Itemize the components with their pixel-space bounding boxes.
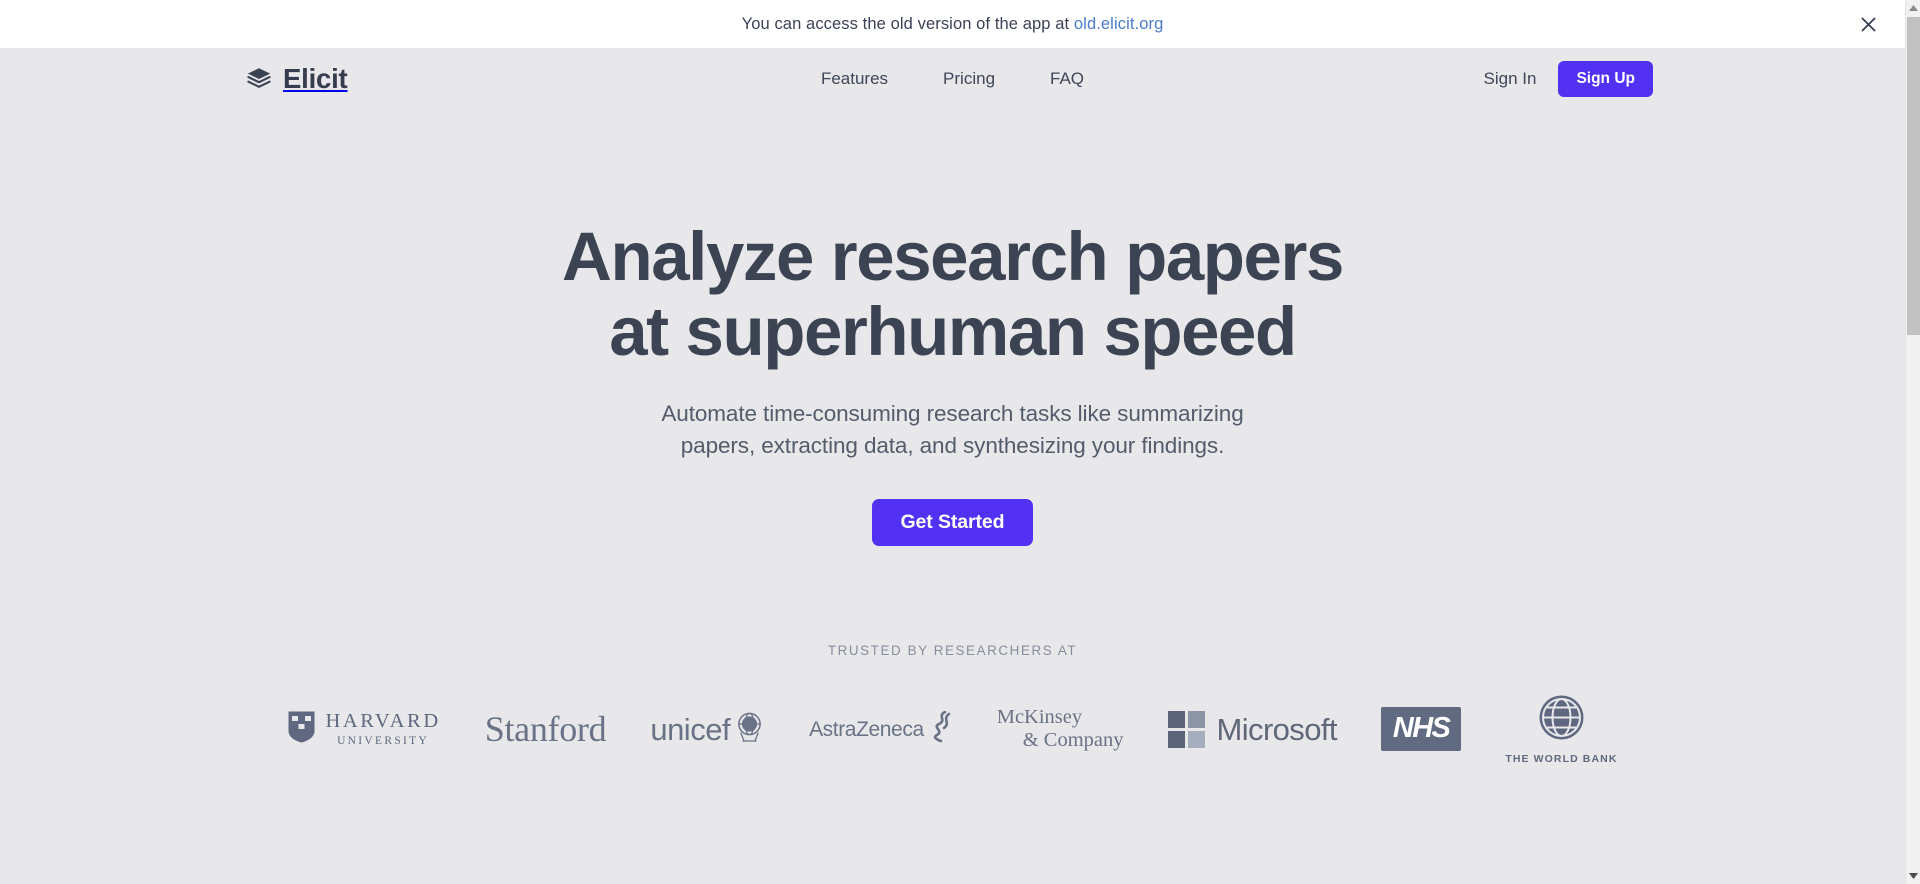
scroll-down-arrow-icon[interactable] <box>1906 868 1920 884</box>
close-icon[interactable] <box>1855 11 1881 37</box>
logo-microsoft: Microsoft <box>1167 697 1338 761</box>
announcement-banner: You can access the old version of the ap… <box>0 0 1905 48</box>
mckinsey-line-1: McKinsey <box>996 706 1083 729</box>
vertical-scrollbar[interactable] <box>1905 0 1920 884</box>
harvard-wordmark: HARVARD UNIVERSITY <box>325 711 440 747</box>
world-bank-globe-icon <box>1538 694 1585 746</box>
brand-name: Elicit <box>283 63 348 95</box>
unicef-wordmark: unicef <box>650 711 731 747</box>
scrollbar-thumb[interactable] <box>1907 17 1920 335</box>
harvard-shield-icon <box>287 710 316 749</box>
logo-unicef: unicef <box>650 697 765 761</box>
stanford-wordmark: Stanford <box>484 709 607 750</box>
nhs-badge: NHS <box>1380 707 1462 752</box>
get-started-button[interactable]: Get Started <box>872 498 1033 547</box>
microsoft-squares-icon <box>1167 710 1205 748</box>
harvard-subtitle: UNIVERSITY <box>337 734 430 747</box>
announcement-text: You can access the old version of the ap… <box>742 15 1164 34</box>
hero-cta-wrap: Get Started <box>0 498 1905 547</box>
world-bank-wordmark: THE WORLD BANK <box>1505 752 1618 765</box>
sign-up-button[interactable]: Sign Up <box>1558 61 1653 97</box>
nav-item-faq[interactable]: FAQ <box>1050 69 1084 89</box>
site-header: Elicit Features Pricing FAQ Sign In Sign… <box>0 48 1905 110</box>
hero-title-line-1: Analyze research papers <box>562 218 1344 295</box>
microsoft-wordmark: Microsoft <box>1216 711 1338 747</box>
logo-nhs: NHS <box>1380 697 1462 761</box>
sign-in-link[interactable]: Sign In <box>1484 69 1537 89</box>
logo-astrazeneca: AstraZeneca <box>809 697 953 761</box>
hero-subtitle-line-2: papers, extracting data, and synthesizin… <box>680 433 1225 459</box>
nav-item-pricing[interactable]: Pricing <box>943 69 995 89</box>
page-content: You can access the old version of the ap… <box>0 0 1905 884</box>
trusted-logo-row: HARVARD UNIVERSITY Stanford unicef Astra… <box>0 693 1905 765</box>
hero-section: Analyze research papers at superhuman sp… <box>0 110 1905 547</box>
hero-subtitle-line-1: Automate time-consuming research tasks l… <box>661 401 1244 427</box>
page-title: Analyze research papers at superhuman sp… <box>0 218 1905 370</box>
unicef-globe-icon <box>734 710 765 748</box>
nav-item-features[interactable]: Features <box>821 69 888 89</box>
trusted-by-section: TRUSTED BY RESEARCHERS AT HARVARD UNIVER… <box>0 643 1905 765</box>
logo-harvard: HARVARD UNIVERSITY <box>287 697 440 761</box>
mckinsey-line-2: & Company <box>1022 729 1124 752</box>
logo-world-bank: THE WORLD BANK <box>1505 693 1617 765</box>
old-version-link[interactable]: old.elicit.org <box>1074 15 1163 33</box>
brand-logo[interactable]: Elicit <box>246 65 348 93</box>
announcement-text-prefix: You can access the old version of the ap… <box>741 14 1074 33</box>
scroll-up-arrow-icon[interactable] <box>1906 0 1920 16</box>
hero-title-line-2: at superhuman speed <box>609 292 1297 370</box>
stacked-layers-icon <box>246 66 272 92</box>
browser-viewport: You can access the old version of the ap… <box>0 0 1920 884</box>
astrazeneca-ribbon-icon <box>925 710 953 748</box>
nhs-wordmark: NHS <box>1392 712 1451 745</box>
logo-stanford: Stanford <box>485 697 607 761</box>
hero-subtitle: Automate time-consuming research tasks l… <box>0 398 1905 463</box>
mckinsey-wordmark: McKinsey & Company <box>997 706 1124 752</box>
harvard-name: HARVARD <box>325 710 441 733</box>
header-actions: Sign In Sign Up <box>1484 61 1653 97</box>
trusted-by-label: TRUSTED BY RESEARCHERS AT <box>827 643 1078 659</box>
astrazeneca-wordmark: AstraZeneca <box>809 717 924 741</box>
logo-mckinsey: McKinsey & Company <box>997 697 1124 761</box>
primary-nav: Features Pricing FAQ <box>821 69 1084 89</box>
